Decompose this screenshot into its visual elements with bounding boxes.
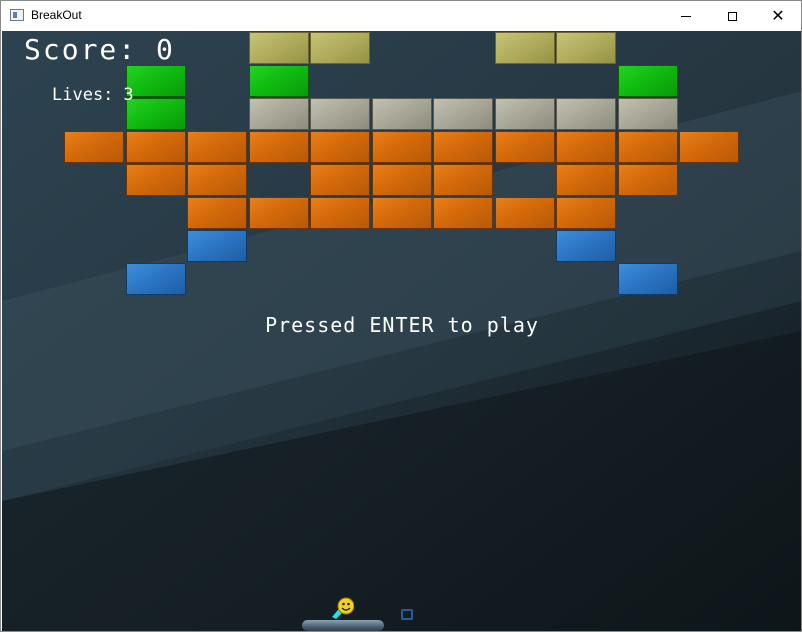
minimize-icon: [681, 15, 691, 17]
window-title: BreakOut: [31, 8, 82, 22]
maximize-icon: [727, 11, 737, 21]
brick-orange: [679, 131, 739, 163]
title-bar[interactable]: BreakOut ✕: [1, 1, 801, 31]
brick-olive: [249, 32, 309, 64]
brick-blue: [126, 263, 186, 295]
brick-orange: [372, 164, 432, 196]
brick-gray: [556, 98, 616, 130]
brick-green: [249, 65, 309, 97]
brick-gray: [249, 98, 309, 130]
close-icon: ✕: [771, 6, 785, 25]
brick-blue: [556, 230, 616, 262]
brick-orange: [64, 131, 124, 163]
brick-orange: [310, 197, 370, 229]
brick-orange: [310, 164, 370, 196]
minimize-button[interactable]: [663, 1, 709, 31]
close-button[interactable]: ✕: [755, 1, 801, 31]
brick-orange: [495, 131, 555, 163]
brick-gray: [495, 98, 555, 130]
brick-orange: [187, 197, 247, 229]
window-icon: [401, 609, 413, 620]
brick-blue: [187, 230, 247, 262]
brick-gray: [433, 98, 493, 130]
game-window: BreakOut ✕ Score: 0 Lives: 3 Pressed ENT…: [0, 0, 802, 632]
brick-green: [126, 98, 186, 130]
brick-orange: [249, 131, 309, 163]
brick-green: [126, 65, 186, 97]
brick-orange: [433, 164, 493, 196]
start-prompt: Pressed ENTER to play: [265, 313, 539, 337]
brick-orange: [372, 131, 432, 163]
brick-blue: [618, 263, 678, 295]
brick-orange: [249, 197, 309, 229]
brick-olive: [495, 32, 555, 64]
brick-orange: [372, 197, 432, 229]
app-icon: [10, 9, 24, 21]
smiley-ball-icon: [332, 597, 354, 619]
brick-orange: [187, 164, 247, 196]
game-canvas[interactable]: Score: 0 Lives: 3 Pressed ENTER to play: [2, 31, 801, 631]
brick-green: [618, 65, 678, 97]
brick-orange: [187, 131, 247, 163]
brick-orange: [556, 197, 616, 229]
brick-orange: [556, 164, 616, 196]
lives-value: 3: [123, 85, 134, 105]
brick-orange: [126, 164, 186, 196]
paddle[interactable]: [302, 620, 384, 631]
brick-orange: [556, 131, 616, 163]
brick-gray: [372, 98, 432, 130]
brick-orange: [433, 197, 493, 229]
brick-gray: [618, 98, 678, 130]
score-value: 0: [156, 33, 175, 66]
brick-orange: [618, 164, 678, 196]
brick-orange: [433, 131, 493, 163]
score-display: Score: 0: [24, 33, 175, 66]
brick-orange: [495, 197, 555, 229]
score-label: Score:: [24, 33, 138, 66]
lives-display: Lives: 3: [52, 85, 134, 105]
brick-orange: [618, 131, 678, 163]
brick-olive: [556, 32, 616, 64]
brick-orange: [310, 131, 370, 163]
lives-label: Lives:: [52, 85, 114, 105]
brick-olive: [310, 32, 370, 64]
maximize-button[interactable]: [709, 1, 755, 31]
brick-gray: [310, 98, 370, 130]
brick-orange: [126, 131, 186, 163]
